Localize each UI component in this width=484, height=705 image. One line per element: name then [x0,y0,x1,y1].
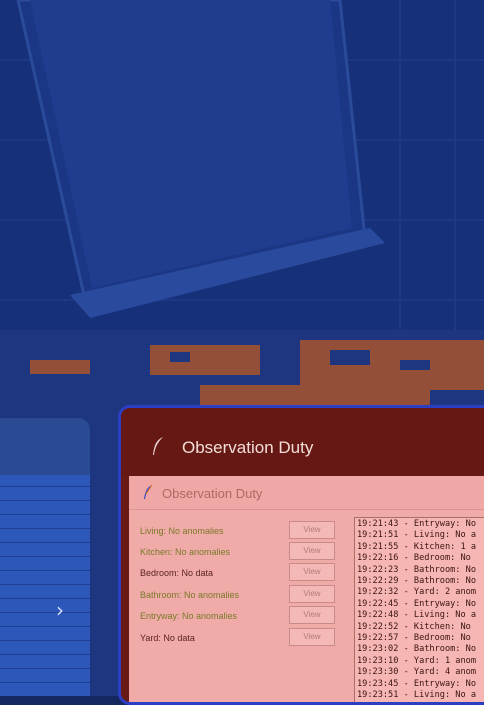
view-button[interactable]: View [289,563,335,581]
room-status-label: Kitchen: No anomalies [140,547,231,557]
log-line: 19:21:55 - Kitchen: 1 a [357,541,476,552]
log-line: 19:23:45 - Entryway: No [357,678,476,689]
log-line: 19:23:10 - Yard: 1 anom [357,655,476,666]
chevron-right-icon[interactable]: › [56,598,64,622]
room-row: Yard: No data View [140,628,340,648]
room-status-label: Entryway: No anomalies [140,611,238,621]
feather-icon [153,437,163,455]
room-status-label: Bedroom: No data [140,568,214,578]
side-card[interactable] [0,418,90,696]
log-line: 19:22:52 - Kitchen: No [357,621,471,632]
log-line: 19:23:02 - Bathroom: No [357,644,476,655]
view-button[interactable]: View [289,628,335,646]
log-line: 19:22:57 - Bedroom: No [357,633,471,644]
log-line: 19:21:43 - Entryway: No [357,519,476,529]
room-row: Entryway: No anomalies View [140,606,340,626]
side-card-image [0,475,90,696]
room-row: Living: No anomalies View [140,521,340,541]
window-titlebar: Observation Duty [129,476,484,510]
card-title: Observation Duty [182,438,314,457]
view-button[interactable]: View [289,585,335,603]
observation-duty-card[interactable]: Observation Duty Observation Duty Living… [118,405,484,705]
event-log[interactable]: 19:21:43 - Entryway: No 19:21:51 - Living… [354,517,484,702]
side-card-header [0,418,90,475]
log-line: 19:22:45 - Entryway: No [357,598,476,609]
app-window: Observation Duty Living: No anomalies Vie… [129,476,484,702]
log-line: 19:21:51 - Living: No a [357,530,476,541]
log-line: 19:22:29 - Bathroom: No [357,576,476,587]
room-row: Bedroom: No data View [140,563,340,583]
log-line: 19:22:23 - Bathroom: No [357,564,476,575]
room-status-label: Bathroom: No anomalies [140,590,240,600]
log-line: 19:23:30 - Yard: 4 anom [357,667,476,678]
log-line: 19:22:48 - Living: No a [357,610,476,621]
view-button[interactable]: View [289,606,335,624]
view-button[interactable]: View [289,521,335,539]
room-row: Kitchen: No anomalies View [140,542,340,562]
room-row: Bathroom: No anomalies View [140,585,340,605]
log-line: 19:22:32 - Yard: 2 anom [357,587,476,598]
window-title: Observation Duty [162,486,263,501]
card-header: Observation Duty [121,408,484,476]
room-status-label: Living: No anomalies [140,526,224,536]
room-status-label: Yard: No data [140,633,195,643]
log-line: 19:22:16 - Bedroom: No [357,553,471,564]
feather-icon [144,484,153,499]
view-button[interactable]: View [289,542,335,560]
